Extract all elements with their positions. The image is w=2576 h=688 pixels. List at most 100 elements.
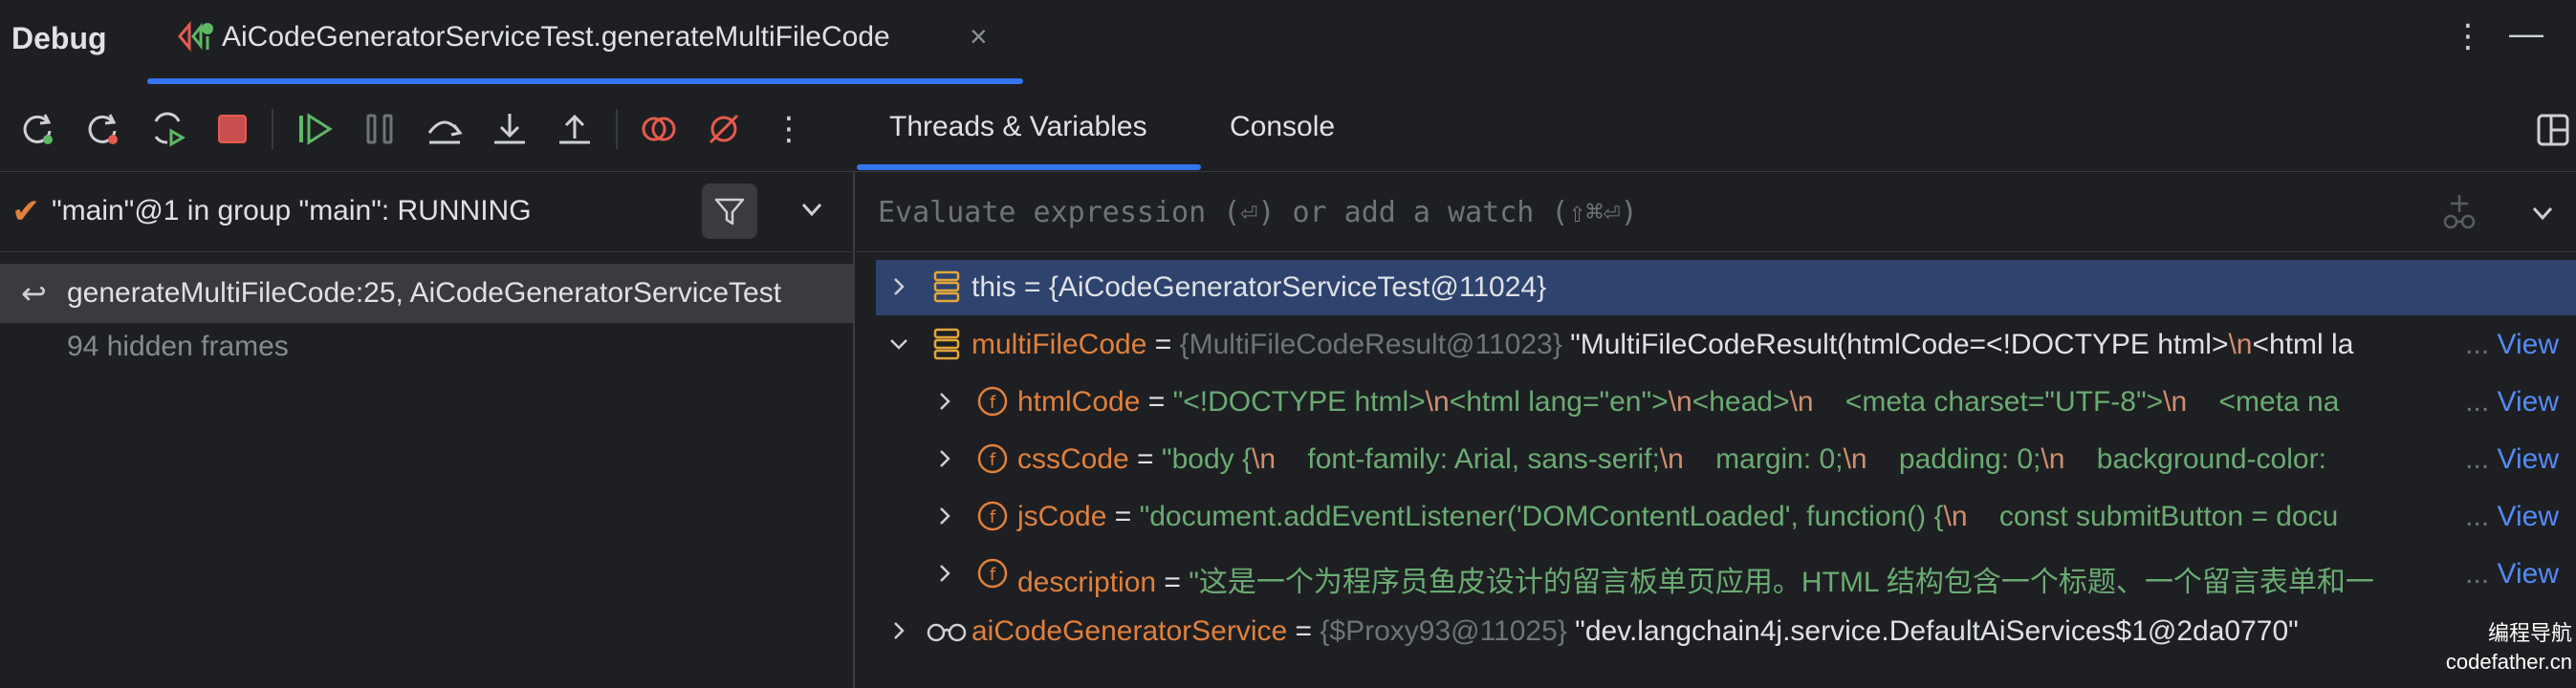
title-bar: Debug AiCodeGeneratorServiceTest.generat… <box>0 0 2576 84</box>
variable-type: {MultiFileCodeResult@11023} <box>1179 329 1562 360</box>
variable-name: aiCodeGeneratorService <box>971 615 1288 647</box>
evaluate-bar <box>857 172 2576 252</box>
pause-icon[interactable] <box>360 109 400 149</box>
watermark-line: 编程导航 <box>2487 621 2572 645</box>
equals-sign: = <box>1146 329 1180 360</box>
return-arrow-icon: ↩ <box>21 276 47 311</box>
equals-sign: = <box>1106 501 1140 532</box>
variable-row-description[interactable]: f description = "这是一个为程序员鱼皮设计的留言板单页应用。HT… <box>876 547 2576 602</box>
view-link[interactable]: ... View <box>2465 558 2559 591</box>
variable-type: {$Proxy93@11025} <box>1320 615 1567 647</box>
close-icon[interactable]: × <box>970 19 988 54</box>
escape-seq: \n <box>1425 386 1450 418</box>
svg-text:f: f <box>990 450 996 470</box>
variable-row-aicodegeneratorservice[interactable]: aiCodeGeneratorService = {$Proxy93@11025… <box>876 604 2576 659</box>
chevron-right-icon[interactable] <box>931 445 958 472</box>
restart-icon[interactable] <box>147 109 187 149</box>
variables-pane: this = {AiCodeGeneratorServiceTest@11024… <box>857 172 2576 688</box>
equals-sign: = <box>1015 271 1049 303</box>
value-part: <meta na <box>2187 386 2340 418</box>
rerun-failed-icon[interactable] <box>82 109 122 149</box>
escape-seq: \n <box>1943 501 1968 532</box>
value-part: const submitButton = docu <box>1967 501 2339 532</box>
value-part: margin: 0; <box>1683 443 1844 475</box>
escape-seq: \n <box>2163 386 2188 418</box>
toolbar-separator <box>272 109 273 149</box>
svg-text:f: f <box>990 507 996 527</box>
variable-row-multifilecode[interactable]: multiFileCode = {MultiFileCodeResult@110… <box>876 317 2576 373</box>
layout-settings-icon[interactable] <box>2536 113 2570 147</box>
active-tab-indicator <box>147 78 1023 84</box>
tab-threads-variables[interactable]: Threads & Variables <box>889 111 1147 143</box>
view-link[interactable]: ... View <box>2465 501 2559 533</box>
ellipsis: ... <box>2465 386 2490 418</box>
escape-seq: \n <box>1668 386 1692 418</box>
chevron-right-icon[interactable] <box>931 503 958 529</box>
field-icon: f <box>977 558 1008 589</box>
value-part: background-color: <box>2064 443 2335 475</box>
value-part: "document.addEventListener('DOMContentLo… <box>1139 501 1944 532</box>
variable-row-csscode[interactable]: f cssCode = "body {\n font-family: Arial… <box>876 432 2576 487</box>
view-label: View <box>2497 443 2559 475</box>
step-over-icon[interactable] <box>425 109 465 149</box>
view-link[interactable]: ... View <box>2465 329 2559 361</box>
add-watch-icon[interactable] <box>2438 191 2480 233</box>
view-link[interactable]: ... View <box>2465 443 2559 476</box>
thread-selector[interactable]: ✔ "main"@1 in group "main": RUNNING <box>0 172 853 252</box>
resume-icon[interactable] <box>295 109 335 149</box>
ellipsis: ... <box>2465 443 2490 475</box>
evaluate-expression-input[interactable] <box>878 193 2312 231</box>
escape-seq: \n <box>1659 443 1684 475</box>
chevron-right-icon[interactable] <box>931 560 958 587</box>
escape-seq: \n <box>2041 443 2065 475</box>
variable-name: description <box>1017 567 1157 598</box>
value-part: <html la <box>2252 329 2354 360</box>
chevron-right-icon[interactable] <box>885 617 912 644</box>
view-link[interactable]: ... View <box>2465 386 2559 419</box>
stop-icon[interactable] <box>212 109 252 149</box>
step-out-icon[interactable] <box>555 109 595 149</box>
chevron-down-icon[interactable] <box>2528 199 2557 227</box>
more-options-icon[interactable]: ⋮ <box>2452 17 2484 55</box>
chevron-down-icon[interactable] <box>797 195 826 224</box>
hidden-frames-link[interactable]: 94 hidden frames <box>67 331 289 363</box>
chevron-right-icon[interactable] <box>885 273 912 300</box>
equals-sign: = <box>1140 386 1173 418</box>
variable-name: jsCode <box>1017 501 1107 532</box>
variable-name: htmlCode <box>1017 386 1141 418</box>
stack-frame-label: generateMultiFileCode:25, AiCodeGenerato… <box>67 277 782 309</box>
escape-seq: \n <box>2228 329 2253 360</box>
variable-row-jscode[interactable]: f jsCode = "document.addEventListener('D… <box>876 489 2576 545</box>
thread-label: "main"@1 in group "main": RUNNING <box>52 195 532 226</box>
stack-frame-item[interactable]: ↩ generateMultiFileCode:25, AiCodeGenera… <box>0 264 853 323</box>
check-icon: ✔ <box>11 191 41 230</box>
value-part: <html lang="en"> <box>1449 386 1669 418</box>
chevron-down-icon[interactable] <box>885 331 912 357</box>
value-part: "MultiFileCodeResult(htmlCode=<!DOCTYPE … <box>1561 329 2229 360</box>
mute-breakpoints-icon[interactable] <box>704 109 744 149</box>
step-into-icon[interactable] <box>490 109 530 149</box>
value-part: padding: 0; <box>1867 443 2041 475</box>
watermark-line: codefather.cn <box>2445 650 2572 674</box>
debug-toolbar: ⋮ <box>0 86 857 172</box>
tab-console[interactable]: Console <box>1230 111 1335 143</box>
active-tab-indicator <box>857 164 1201 170</box>
ellipsis: ... <box>2465 329 2490 360</box>
svg-text:f: f <box>990 565 996 585</box>
junit-debug-icon <box>178 20 213 53</box>
variable-row-this[interactable]: this = {AiCodeGeneratorServiceTest@11024… <box>876 260 2576 315</box>
ellipsis: ... <box>2465 501 2490 532</box>
more-actions-icon[interactable]: ⋮ <box>769 109 809 149</box>
object-variable-icon <box>933 270 960 303</box>
chevron-right-icon[interactable] <box>931 388 958 415</box>
escape-seq: \n <box>1251 443 1277 475</box>
filter-button[interactable] <box>702 183 757 239</box>
filter-icon <box>714 198 745 226</box>
rerun-icon[interactable] <box>17 109 57 149</box>
view-breakpoints-icon[interactable] <box>639 109 679 149</box>
minimize-icon[interactable]: — <box>2509 13 2543 54</box>
equals-sign: = <box>1128 443 1162 475</box>
run-config-tab[interactable]: AiCodeGeneratorServiceTest.generateMulti… <box>147 0 1023 84</box>
variable-row-htmlcode[interactable]: f htmlCode = "<!DOCTYPE html>\n<html lan… <box>876 375 2576 430</box>
frames-pane: ✔ "main"@1 in group "main": RUNNING ↩ ge… <box>0 172 855 688</box>
